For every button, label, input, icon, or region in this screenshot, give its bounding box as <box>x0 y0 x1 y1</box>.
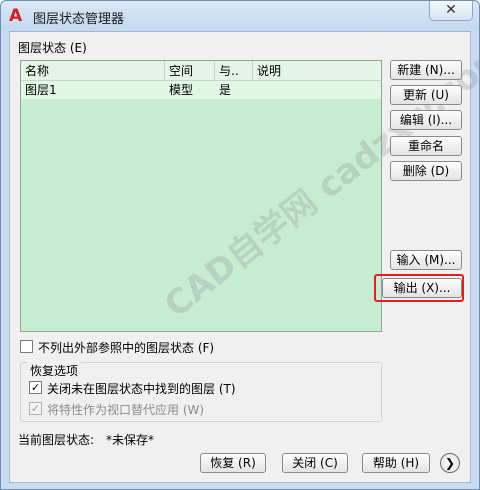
current-state-value: *未保存* <box>106 433 155 447</box>
table-row[interactable]: 图层1 模型 是 <box>21 81 381 99</box>
export-button[interactable]: 输出 (X)... <box>382 278 462 298</box>
title-bar[interactable]: A 图层状态管理器 ✕ <box>1 1 479 31</box>
layer-state-manager-window: A 图层状态管理器 ✕ 图层状态 (E) 名称 空间 与.. 说明 图层1 模型… <box>0 0 480 490</box>
dialog-body: 图层状态 (E) 名称 空间 与.. 说明 图层1 模型 是 CAD自学网 ca… <box>9 31 480 483</box>
rename-button[interactable]: 重命名 <box>390 136 462 156</box>
column-header-same[interactable]: 与.. <box>215 61 253 81</box>
turn-off-layers-checkbox[interactable]: ✓ <box>29 381 42 394</box>
layer-states-list[interactable]: 名称 空间 与.. 说明 图层1 模型 是 <box>20 60 382 332</box>
chevron-right-icon: ❯ <box>444 456 456 470</box>
row-same-cell: 是 <box>219 83 232 97</box>
edit-button[interactable]: 编辑 (I)... <box>390 110 462 130</box>
list-header: 名称 空间 与.. 说明 <box>21 61 381 81</box>
exclude-xref-label: 不列出外部参照中的图层状态 (F) <box>38 341 215 355</box>
restore-options-label: 恢复选项 <box>27 362 82 379</box>
update-button[interactable]: 更新 (U) <box>390 85 462 105</box>
delete-button[interactable]: 删除 (D) <box>390 161 462 181</box>
autocad-logo-icon: A <box>9 6 23 26</box>
more-options-button[interactable]: ❯ <box>440 453 460 473</box>
import-button[interactable]: 输入 (M)... <box>390 250 462 270</box>
apply-viewport-override-label: 将特性作为视口替代应用 (W) <box>47 403 205 417</box>
row-name-cell: 图层1 <box>25 83 57 97</box>
restore-options-group: 恢复选项 ✓ 关闭未在图层状态中找到的图层 (T) ✓ 将特性作为视口替代应用 … <box>20 362 382 422</box>
column-header-space[interactable]: 空间 <box>165 61 215 81</box>
restore-button[interactable]: 恢复 (R) <box>200 453 266 473</box>
row-description-cell <box>253 81 257 99</box>
apply-viewport-override-checkbox: ✓ <box>29 402 42 415</box>
row-space-cell: 模型 <box>169 83 194 97</box>
close-window-button[interactable]: ✕ <box>429 1 473 21</box>
help-button[interactable]: 帮助 (H) <box>362 453 430 473</box>
column-header-description[interactable]: 说明 <box>253 61 381 81</box>
close-button[interactable]: 关闭 (C) <box>282 453 348 473</box>
current-state-label: 当前图层状态: <box>18 433 95 447</box>
window-title: 图层状态管理器 <box>33 12 125 27</box>
column-header-name[interactable]: 名称 <box>21 61 165 81</box>
new-button[interactable]: 新建 (N)... <box>390 60 462 80</box>
layer-states-label: 图层状态 (E) <box>18 41 87 55</box>
exclude-xref-checkbox[interactable] <box>20 340 33 353</box>
turn-off-layers-label: 关闭未在图层状态中找到的图层 (T) <box>47 382 236 396</box>
